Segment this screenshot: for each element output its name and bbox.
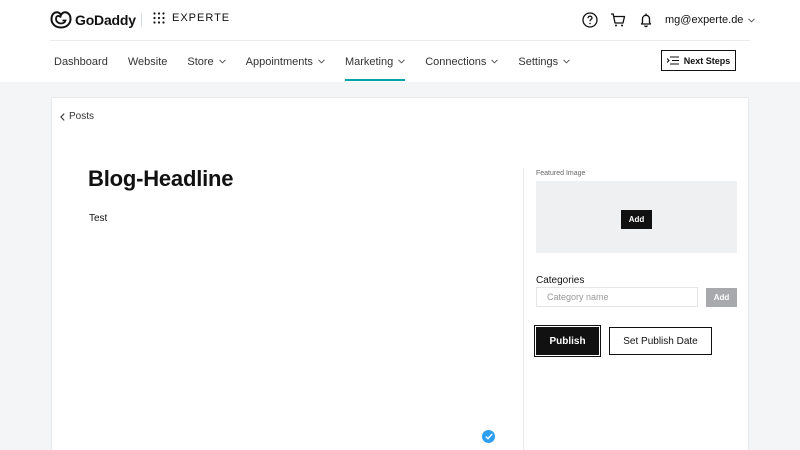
- godaddy-logo-icon: [50, 11, 72, 29]
- check-circle-icon: [484, 433, 493, 440]
- header-divider: [50, 40, 750, 41]
- header-actions: [580, 10, 656, 30]
- nav-item-label: Store: [187, 55, 214, 68]
- nav-item-label: Connections: [425, 55, 487, 68]
- nav-item-label: Marketing: [344, 55, 394, 68]
- sidebar-divider: [523, 168, 524, 450]
- nav-item-dashboard[interactable]: Dashboard: [54, 55, 108, 68]
- categories-label: Categories: [536, 275, 585, 286]
- featured-image-label: Featured Image: [536, 170, 586, 177]
- godaddy-logo[interactable]: GoDaddy: [50, 10, 136, 30]
- chevron-left-icon: [60, 112, 65, 121]
- account-email: mg@experte.de: [665, 14, 744, 26]
- next-steps-label: Next Steps: [683, 55, 731, 66]
- header-separator: [141, 13, 142, 27]
- nav-item-label: Dashboard: [54, 55, 108, 68]
- publish-button[interactable]: Publish: [534, 325, 601, 357]
- nav-item-label: Appointments: [245, 55, 313, 68]
- notifications-button[interactable]: [636, 10, 656, 30]
- nav-item-website[interactable]: Website: [128, 55, 168, 68]
- nav-item-connections[interactable]: Connections: [425, 55, 499, 68]
- post-headline[interactable]: Blog-Headline: [88, 166, 234, 192]
- back-to-posts-link[interactable]: Posts: [60, 111, 94, 122]
- cart-button[interactable]: [608, 10, 628, 30]
- cart-icon: [611, 13, 626, 27]
- chevron-down-icon: [491, 59, 499, 64]
- grid-dots-icon: [153, 12, 165, 24]
- help-button[interactable]: [580, 10, 600, 30]
- back-label: Posts: [69, 111, 95, 122]
- nav-item-appointments[interactable]: Appointments: [246, 55, 325, 68]
- set-publish-date-button[interactable]: Set Publish Date: [609, 327, 712, 355]
- category-name-input[interactable]: Category name: [536, 287, 698, 307]
- post-body[interactable]: Test: [89, 213, 107, 224]
- chevron-down-icon: [563, 59, 570, 64]
- help-circle-icon: [582, 12, 598, 28]
- site-name: EXPERTE: [172, 12, 231, 24]
- nav-item-label: Website: [127, 55, 168, 68]
- list-steps-icon: [666, 56, 679, 65]
- next-steps-button[interactable]: Next Steps: [661, 50, 736, 71]
- featured-image-add-button[interactable]: Add: [621, 210, 652, 229]
- chevron-down-icon: [398, 59, 406, 64]
- nav-item-settings[interactable]: Settings: [518, 55, 570, 68]
- bell-icon: [640, 13, 652, 28]
- chevron-down-icon: [318, 59, 325, 64]
- site-switcher[interactable]: EXPERTE: [153, 12, 230, 24]
- nav-item-store[interactable]: Store: [187, 55, 226, 68]
- brand-name: GoDaddy: [75, 12, 136, 28]
- status-check: [482, 430, 495, 443]
- account-menu[interactable]: mg@experte.de: [665, 14, 756, 26]
- nav-item-marketing[interactable]: Marketing: [344, 55, 406, 81]
- main-nav: Dashboard Website Store Appointments Mar…: [54, 55, 590, 81]
- editor-card: [51, 97, 749, 450]
- chevron-down-icon: [218, 59, 226, 64]
- top-bar: GoDaddy EXPERTE mg@experte.de Dashboard …: [0, 0, 800, 82]
- chevron-down-icon: [748, 17, 756, 23]
- nav-item-label: Settings: [518, 55, 559, 68]
- category-add-button[interactable]: Add: [706, 288, 737, 307]
